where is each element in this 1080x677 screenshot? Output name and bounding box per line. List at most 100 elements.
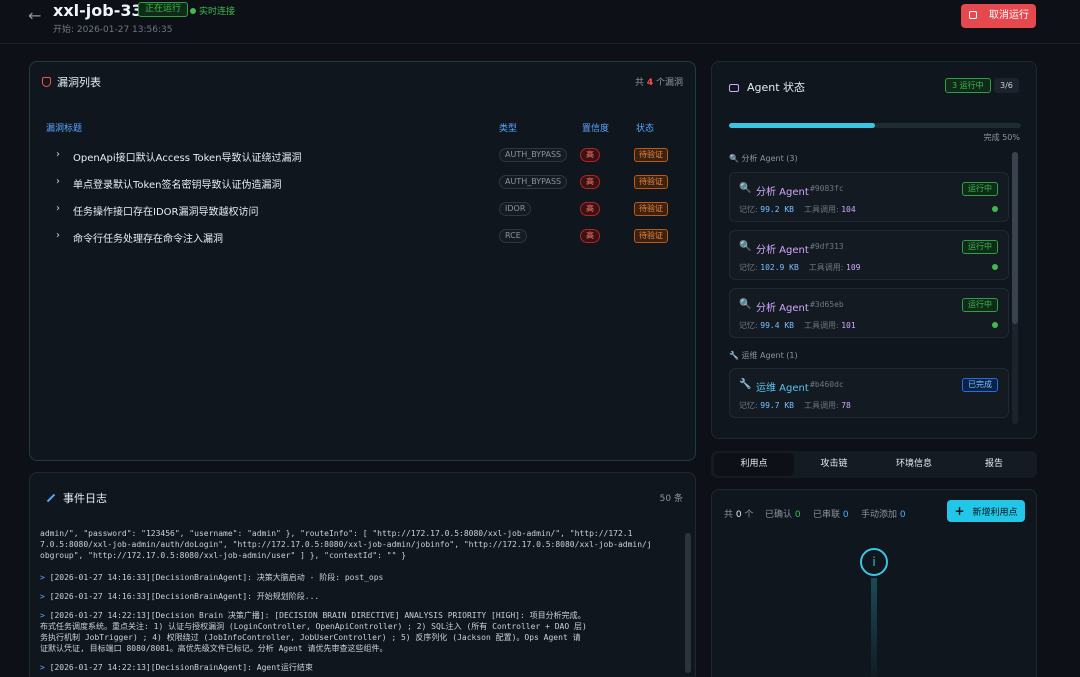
chained-value: 0: [842, 510, 849, 520]
memory-label: 记忆:: [739, 263, 758, 272]
log-line: 布式任务调度系统。重点关注: 1) 认证与授权漏洞 (LoginControll…: [40, 621, 680, 632]
log-arrow: >: [40, 573, 45, 582]
event-log-scrollbar[interactable]: [685, 533, 691, 673]
log-text: [2026-01-27 14:22:13][Decision Brain 决策广…: [49, 611, 586, 620]
tools-label: 工具调用:: [803, 321, 839, 330]
confirmed-value: 0: [794, 510, 801, 520]
agent-progress-fill: [729, 123, 875, 128]
page-header: ← xxl-job-332 正在运行 实时连接 开始: 2026-01-27 1…: [0, 0, 1080, 44]
tools-value: 104: [841, 205, 856, 214]
tab-environment[interactable]: 环境信息: [874, 453, 954, 476]
log-line: admin/", "password": "123456", "username…: [40, 528, 680, 539]
agent-card[interactable]: 🔍 分析 Agent #3d65eb 运行中 记忆: 99.4 KB 工具调用: …: [729, 288, 1009, 338]
wrench-icon: 🔧: [739, 379, 752, 390]
status-badge: 正在运行: [138, 2, 189, 17]
agent-status-badge: 已完成: [962, 378, 998, 392]
vulnerability-row[interactable]: › 任务操作接口存在IDOR漏洞导致越权访问 IDOR 高 待验证: [30, 197, 695, 224]
arrow-left-icon[interactable]: ←: [28, 6, 41, 25]
magnifier-icon: 🔍: [739, 241, 752, 252]
exploit-manual: 手动添加 0: [861, 507, 906, 520]
log-line: 务执行机制 JobTrigger) ; 4) 权限绕过 (JobInfoCont…: [40, 632, 680, 643]
chevron-right-icon[interactable]: ›: [56, 203, 60, 214]
log-text: 7.0.5:8080/xxl-job-admin/auth/doLogin", …: [40, 540, 652, 549]
live-label: 实时连接: [199, 7, 236, 17]
stop-icon: [969, 11, 977, 19]
chevron-right-icon[interactable]: ›: [56, 149, 60, 160]
count-suffix: 个漏洞: [655, 78, 683, 88]
agent-online-dot: [992, 264, 998, 270]
severity-badge: 高: [580, 229, 600, 243]
log-text: 布式任务调度系统。重点关注: 1) 认证与授权漏洞 (LoginControll…: [40, 622, 587, 631]
log-line: obgroup", "http://172.17.0.5:8080/xxl-jo…: [40, 550, 680, 561]
total-label: 共: [724, 510, 734, 520]
vulnerability-row[interactable]: › 单点登录默认Token签名密钥导致认证伪造漏洞 AUTH_BYPASS 高 …: [30, 170, 695, 197]
status-badge: 待验证: [634, 148, 668, 162]
status-badge: 待验证: [634, 202, 668, 216]
log-arrow: >: [40, 663, 45, 672]
shield-icon: [42, 77, 51, 87]
chevron-right-icon[interactable]: ›: [56, 176, 60, 187]
count-number: 4: [646, 78, 654, 88]
severity-badge: 高: [580, 202, 600, 216]
event-log-panel: 事件日志 50 条 admin/", "password": "123456",…: [29, 472, 696, 677]
agent-ratio: 3/6: [994, 78, 1019, 93]
chained-label: 已串联: [813, 510, 841, 520]
vulnerability-row[interactable]: › OpenApi接口默认Access Token导致认证绕过漏洞 AUTH_B…: [30, 143, 695, 170]
log-line: > [2026-01-27 14:22:13][Decision Brain 决…: [40, 610, 680, 621]
log-line: 7.0.5:8080/xxl-job-admin/auth/doLogin", …: [40, 539, 680, 550]
severity-badge: 高: [580, 175, 600, 189]
agent-online-dot: [992, 206, 998, 212]
log-line: > [2026-01-27 14:22:13][DecisionBrainAge…: [40, 662, 680, 673]
column-type[interactable]: 类型: [499, 121, 517, 134]
agent-meta: 记忆: 102.9 KB 工具调用: 109: [739, 262, 860, 273]
agent-id: #3d65eb: [810, 300, 844, 309]
vulnerability-row[interactable]: › 命令行任务处理存在命令注入漏洞 RCE 高 待验证: [30, 224, 695, 251]
magnifier-icon: 🔍: [739, 183, 752, 194]
tools-label: 工具调用:: [803, 401, 839, 410]
vulnerability-title-text: 单点登录默认Token签名密钥导致认证伪造漏洞: [73, 180, 282, 191]
column-status[interactable]: 状态: [636, 121, 654, 134]
tools-label: 工具调用:: [803, 205, 839, 214]
memory-label: 记忆:: [739, 205, 758, 214]
agent-list-scrollbar[interactable]: [1012, 152, 1018, 424]
agent-card[interactable]: 🔍 分析 Agent #9083fc 运行中 记忆: 99.2 KB 工具调用: …: [729, 172, 1009, 222]
live-dot-icon: [190, 8, 196, 14]
agent-group-analysis: 🔍 分析 Agent (3): [729, 153, 798, 164]
agent-name: 分析 Agent: [756, 187, 809, 198]
tab-attack-chain[interactable]: 攻击链: [794, 453, 874, 476]
memory-value: 99.2 KB: [760, 205, 794, 214]
tab-report[interactable]: 报告: [954, 453, 1034, 476]
column-title[interactable]: 漏洞标题: [46, 121, 82, 134]
type-badge: RCE: [499, 229, 527, 243]
event-log-title: 事件日志: [63, 492, 107, 505]
add-exploit-button[interactable]: + 新增利用点: [947, 500, 1025, 522]
magnifier-icon: 🔍: [729, 154, 739, 163]
event-log-header: 事件日志: [46, 490, 107, 506]
exploit-total: 共 0 个: [724, 507, 754, 520]
log-text: admin/", "password": "123456", "username…: [40, 529, 633, 538]
confirmed-label: 已确认: [765, 510, 793, 520]
log-arrow: >: [40, 611, 45, 620]
chevron-right-icon[interactable]: ›: [56, 230, 60, 241]
vulnerability-title-text: OpenApi接口默认Access Token导致认证绕过漏洞: [73, 153, 302, 164]
status-badge: 待验证: [634, 175, 668, 189]
agent-id: #9df313: [810, 242, 844, 251]
event-log-count: 50 条: [659, 494, 683, 504]
tab-exploits[interactable]: 利用点: [714, 453, 794, 476]
result-tabs: 利用点 攻击链 环境信息 报告: [711, 451, 1037, 478]
scrollbar-thumb[interactable]: [1012, 152, 1018, 324]
exploit-confirmed: 已确认 0: [765, 507, 801, 520]
magnifier-icon: 🔍: [739, 299, 752, 310]
agent-status-title: Agent 状态: [747, 81, 806, 94]
vulnerability-title-text: 任务操作接口存在IDOR漏洞导致越权访问: [73, 207, 259, 218]
tools-value: 101: [841, 321, 856, 330]
wrench-icon: 🔧: [729, 351, 739, 360]
agent-card[interactable]: 🔍 分析 Agent #9df313 运行中 记忆: 102.9 KB 工具调用:…: [729, 230, 1009, 280]
cancel-run-button[interactable]: 取消运行: [961, 4, 1036, 28]
log-text: [2026-01-27 14:16:33][DecisionBrainAgent…: [49, 573, 384, 582]
vulnerability-count: 共 4 个漏洞: [635, 75, 683, 88]
agent-card[interactable]: 🔧 运维 Agent #b460dc 已完成 记忆: 99.7 KB 工具调用: …: [729, 368, 1009, 418]
log-text: 证默认凭证, 目标端口 8080/8081。高优先级文件已标记。分析 Agent…: [40, 644, 388, 653]
column-confidence[interactable]: 置信度: [582, 121, 609, 134]
agent-status-header: Agent 状态: [729, 79, 805, 95]
